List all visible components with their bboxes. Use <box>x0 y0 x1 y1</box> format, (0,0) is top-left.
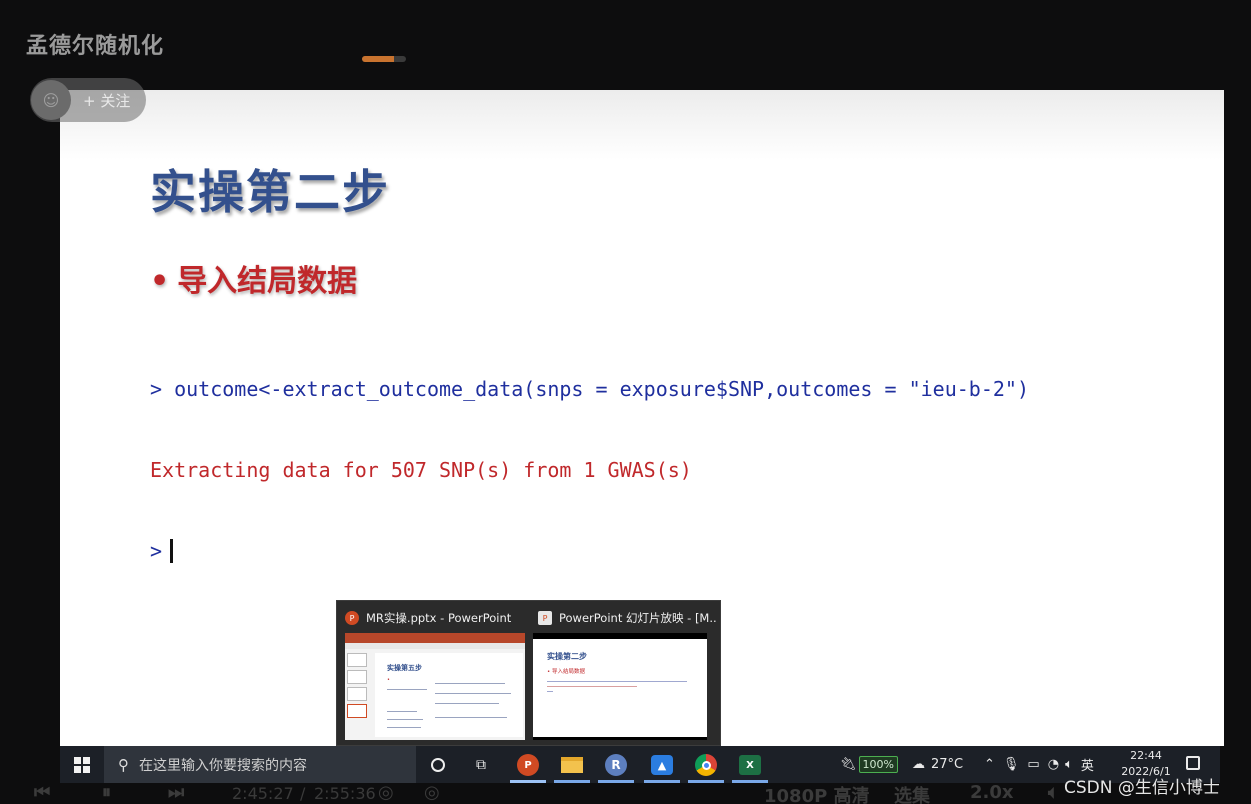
preview-text-line <box>547 681 687 682</box>
preview-slide-thumb-selected <box>347 704 367 718</box>
thumbnail-preview: 实操第二步 • 导入结局数据 <box>533 633 707 740</box>
previous-icon[interactable]: ⏮ <box>34 782 50 803</box>
preview-slideshow-screen: 实操第二步 • 导入结局数据 <box>533 639 707 737</box>
open-app-indicator <box>732 780 768 783</box>
open-app-indicator <box>598 780 634 783</box>
r-console: > outcome<-extract_outcome_data(snps = e… <box>150 322 1029 619</box>
network-icon[interactable]: ▭ <box>1027 757 1039 772</box>
preview-text-line <box>435 703 499 704</box>
battery-indicator: 100% <box>858 756 898 773</box>
preview-text-line <box>387 689 427 690</box>
cortana-icon[interactable] <box>425 752 451 778</box>
meeting-app-icon[interactable]: ▲ <box>649 752 675 778</box>
preview-text-line <box>435 717 507 718</box>
next-icon[interactable]: ⏭ <box>168 782 184 803</box>
preview-toolbar <box>345 643 525 649</box>
danmaku-icon[interactable]: ◎ <box>378 782 394 803</box>
speed-button[interactable]: 2.0x <box>970 782 1014 803</box>
screen: 孟德尔随机化 ☺ + 关注 实操第二步 • 导入结局数据 > outcome<-e… <box>0 0 1251 804</box>
episodes-button[interactable]: 选集 <box>894 782 930 804</box>
follow-label: + 关注 <box>83 91 131 110</box>
clock-time: 22:44 <box>1130 749 1162 762</box>
preview-slide-rail <box>347 653 369 737</box>
thumbnail-header: P MR实操.pptx - PowerPoint <box>345 609 524 627</box>
console-prompt-line[interactable]: > <box>150 538 1029 565</box>
preview-bullet-mark: • <box>387 677 390 683</box>
battery-tray[interactable]: 🔌︎ 100% <box>840 746 898 783</box>
avatar[interactable]: ☺ <box>31 80 71 120</box>
top-progress-fill <box>362 56 394 62</box>
preview-text-line <box>387 727 421 728</box>
channel-name[interactable]: 孟德尔随机化 <box>26 28 164 60</box>
thumbnail-header: P PowerPoint 幻灯片放映 - [M... <box>538 609 716 627</box>
preview-ribbon <box>345 633 525 643</box>
thumbnail-preview: 实操第五步 • <box>345 633 525 740</box>
open-app-indicator <box>688 780 724 783</box>
top-progress-indicator <box>362 56 406 62</box>
preview-slide-bullet: • 导入结局数据 <box>547 669 585 675</box>
preview-text-line <box>387 719 423 720</box>
task-view-icon[interactable]: ⧉ <box>468 752 494 778</box>
text-cursor <box>170 539 174 563</box>
chrome-icon[interactable] <box>693 752 719 778</box>
thumbnail-title: PowerPoint 幻灯片放映 - [M... <box>559 611 716 625</box>
ime-indicator[interactable]: 英 <box>1081 755 1094 774</box>
open-app-indicator <box>554 780 590 783</box>
thumbnail-title: MR实操.pptx - PowerPoint <box>366 611 512 625</box>
preview-slide-thumb <box>347 670 367 684</box>
preview-slide-title: 实操第二步 <box>547 652 587 661</box>
console-message: Extracting data for 507 SNP(s) from 1 GW… <box>150 458 692 482</box>
preview-text-line <box>435 683 505 684</box>
r-icon[interactable]: R <box>603 752 629 778</box>
slide-title: 实操第二步 <box>150 165 390 219</box>
weather-temp: 27°C <box>931 757 964 772</box>
preview-slide-canvas: 实操第五步 • <box>375 653 523 737</box>
open-app-indicator <box>644 780 680 783</box>
preview-text-line <box>387 711 417 712</box>
microphone-icon[interactable]: 🎙︎ <box>1003 757 1020 772</box>
preview-text-line <box>547 686 637 687</box>
preview-slide-thumb <box>347 653 367 667</box>
search-icon: ⚲ <box>118 755 129 774</box>
preview-text-line <box>547 691 553 692</box>
preview-slide-thumb <box>347 687 367 701</box>
excel-icon[interactable]: X <box>737 752 763 778</box>
wifi-icon[interactable]: ◔ <box>1048 757 1059 772</box>
notification-icon[interactable] <box>1186 756 1200 770</box>
pause-icon[interactable]: ⏸ <box>102 782 111 803</box>
powerpoint-slideshow-icon: P <box>538 611 552 625</box>
bullet-mark: • <box>150 264 170 299</box>
file-explorer-icon[interactable] <box>559 752 585 778</box>
console-prompt: > <box>150 539 163 563</box>
csdn-watermark: CSDN @生信小博士 <box>1064 778 1220 798</box>
chevron-up-icon[interactable]: ⌃ <box>984 757 995 772</box>
powerpoint-icon[interactable]: P <box>515 752 541 778</box>
search-placeholder: 在这里输入你要搜索的内容 <box>139 757 307 774</box>
taskbar-thumbnail-popup: P MR实操.pptx - PowerPoint 实操第五步 • P Power… <box>336 600 721 746</box>
volume-icon[interactable]: 🔈︎ <box>1048 782 1059 803</box>
cloud-icon: ☁ <box>912 757 925 772</box>
quality-button[interactable]: 1080P 高清 <box>764 782 870 804</box>
volume-icon[interactable]: 🔈︎ <box>1065 757 1073 772</box>
preview-text-line <box>435 693 511 694</box>
console-command: > outcome<-extract_outcome_data(snps = e… <box>150 377 1029 401</box>
danmaku-settings-icon[interactable]: ◎ <box>424 782 440 803</box>
plug-icon: 🔌︎ <box>840 757 857 772</box>
time-current: 2:45:27 <box>232 784 294 803</box>
windows-taskbar: ⚲ 在这里输入你要搜索的内容 ⧉ P R ▲ X 🔌︎ 100% ☁ 27°C … <box>60 746 1220 783</box>
follow-button[interactable]: ☺ + 关注 <box>30 78 146 122</box>
windows-start-icon[interactable] <box>74 757 90 773</box>
thumbnail-powerpoint-editor[interactable]: P MR实操.pptx - PowerPoint 实操第五步 • <box>337 601 530 747</box>
bullet-text: 导入结局数据 <box>177 264 358 299</box>
weather-tray[interactable]: ☁ 27°C <box>912 746 963 783</box>
preview-slide-title: 实操第五步 <box>387 664 422 672</box>
taskbar-search-box[interactable]: ⚲ 在这里输入你要搜索的内容 <box>104 746 416 783</box>
powerpoint-icon: P <box>345 611 359 625</box>
active-app-indicator <box>510 780 546 783</box>
time-separator: / <box>300 784 306 803</box>
time-total: 2:55:36 <box>314 784 376 803</box>
thumbnail-powerpoint-slideshow[interactable]: P PowerPoint 幻灯片放映 - [M... 实操第二步 • 导入结局数… <box>530 601 722 747</box>
slide-bullet: • 导入结局数据 <box>150 256 357 300</box>
